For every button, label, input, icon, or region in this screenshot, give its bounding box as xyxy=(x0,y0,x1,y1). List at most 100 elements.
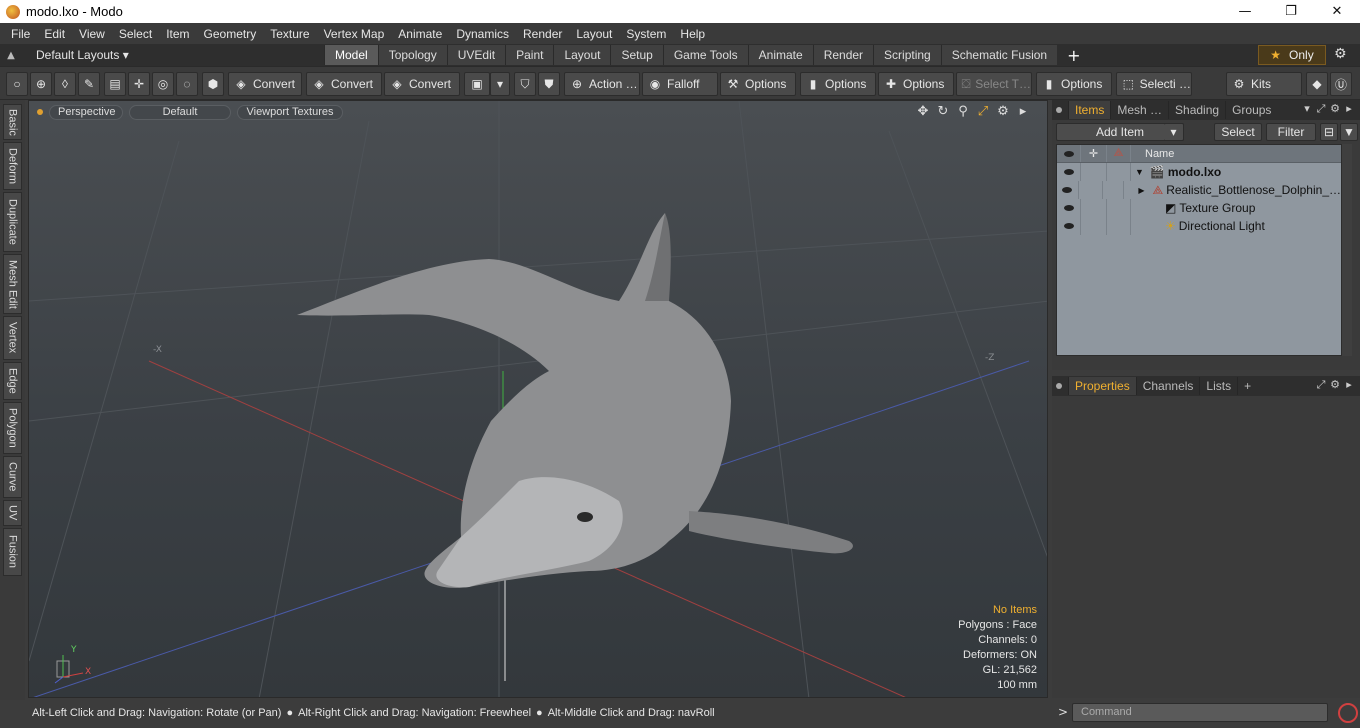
eye-icon[interactable] xyxy=(1063,169,1074,175)
only-toggle-button[interactable]: ★ Only xyxy=(1258,45,1326,65)
viewport-menu-dot-icon[interactable] xyxy=(37,109,43,115)
convert-button-3[interactable]: ◈ Convert xyxy=(384,72,460,96)
dolphin-model[interactable] xyxy=(297,213,853,588)
filter-button[interactable]: Filter xyxy=(1266,123,1316,141)
center-button[interactable]: ◎ xyxy=(152,72,174,96)
tab-properties[interactable]: Properties xyxy=(1068,377,1136,395)
panel-arrow-icon[interactable]: ▸ xyxy=(1342,102,1356,116)
menu-help[interactable]: Help xyxy=(673,27,712,41)
tab-items[interactable]: Items xyxy=(1068,101,1111,119)
select-through-button[interactable]: ⛋ Select T… xyxy=(956,72,1032,96)
default-layouts-dropdown[interactable]: Default Layouts ▾ xyxy=(36,48,324,62)
panel-gear-icon[interactable]: ⚙ xyxy=(1328,378,1342,392)
convert-button-1[interactable]: ◈ Convert xyxy=(228,72,302,96)
expand-arrow-icon[interactable]: ▶ xyxy=(1138,186,1144,195)
shading-dropdown[interactable]: Viewport Textures xyxy=(237,104,343,120)
falloff-button[interactable]: ◉ Falloff xyxy=(642,72,718,96)
menu-animate[interactable]: Animate xyxy=(391,27,449,41)
options-button-3[interactable]: ✚ Options xyxy=(878,72,954,96)
tab-edge[interactable]: Edge xyxy=(3,362,22,400)
maximize-button[interactable]: ❐ xyxy=(1268,0,1314,23)
tab-curve[interactable]: Curve xyxy=(3,456,22,498)
eye-icon[interactable] xyxy=(1063,205,1074,211)
tab-vertex[interactable]: Vertex xyxy=(3,316,22,360)
collapse-up-icon[interactable]: ▲ xyxy=(0,50,22,61)
record-macro-icon[interactable] xyxy=(1338,703,1358,723)
tab-mesh-edit[interactable]: Mesh Edit xyxy=(3,254,22,314)
tab-game-tools[interactable]: Game Tools xyxy=(662,45,748,65)
tab-shading[interactable]: Shading xyxy=(1168,101,1225,119)
3d-viewport[interactable]: Perspective Default Viewport Textures ✥ … xyxy=(28,100,1048,698)
tab-deform[interactable]: Deform xyxy=(3,142,22,190)
menu-texture[interactable]: Texture xyxy=(263,27,316,41)
panel-menu-dot-icon[interactable] xyxy=(1056,383,1062,389)
tab-channels[interactable]: Channels xyxy=(1135,377,1200,395)
tab-uvedit[interactable]: UVEdit xyxy=(446,45,506,65)
fit-icon[interactable]: ⤢ xyxy=(973,104,993,119)
tab-mesh[interactable]: Mesh … xyxy=(1110,101,1168,119)
menu-dynamics[interactable]: Dynamics xyxy=(449,27,516,41)
tab-duplicate[interactable]: Duplicate xyxy=(3,192,22,252)
eye-icon[interactable] xyxy=(1063,223,1074,229)
select-button[interactable]: Select xyxy=(1214,123,1262,141)
select-polygons-button[interactable]: ◊ xyxy=(54,72,76,96)
select-items-button[interactable]: ✎ xyxy=(78,72,100,96)
chevron-down-icon[interactable]: ▾ xyxy=(1300,102,1314,116)
menu-system[interactable]: System xyxy=(619,27,673,41)
tab-polygon[interactable]: Polygon xyxy=(3,402,22,454)
tab-fusion[interactable]: Fusion xyxy=(3,528,22,576)
eye-icon[interactable] xyxy=(1062,187,1073,193)
options-button-2[interactable]: ▮ Options xyxy=(800,72,876,96)
tab-setup[interactable]: Setup xyxy=(610,45,663,65)
unreal-button[interactable]: Ⓤ xyxy=(1330,72,1352,96)
viewport-gear-icon[interactable]: ⚙ xyxy=(993,104,1013,119)
tree-row-directional-light[interactable]: ☀ Directional Light xyxy=(1057,217,1341,235)
mesh-cube-button[interactable]: ▣ xyxy=(464,72,490,96)
command-input[interactable]: Command xyxy=(1072,703,1328,722)
tab-schematic-fusion[interactable]: Schematic Fusion xyxy=(940,45,1058,65)
panel-arrow-icon[interactable]: ▸ xyxy=(1342,378,1356,392)
select-edges-button[interactable]: ⊕ xyxy=(30,72,52,96)
options-button-4[interactable]: ▮ Options xyxy=(1036,72,1112,96)
tree-scrollbar[interactable] xyxy=(1342,144,1352,356)
select-materials-button[interactable]: ▤ xyxy=(104,72,126,96)
select-vertices-button[interactable]: ○ xyxy=(6,72,28,96)
tab-layout[interactable]: Layout xyxy=(553,45,611,65)
tree-row-dolphin[interactable]: ▶ ⟁ Realistic_Bottlenose_Dolphin_… xyxy=(1057,181,1341,199)
menu-file[interactable]: File xyxy=(4,27,37,41)
menu-item[interactable]: Item xyxy=(159,27,196,41)
menu-edit[interactable]: Edit xyxy=(37,27,72,41)
zoom-icon[interactable]: ⚲ xyxy=(953,104,973,119)
menu-vertex-map[interactable]: Vertex Map xyxy=(317,27,392,41)
expand-icon[interactable]: ⤢ xyxy=(1314,378,1328,392)
tab-groups[interactable]: Groups xyxy=(1225,101,1277,119)
lock-column-header[interactable]: ✛ xyxy=(1081,145,1107,162)
menu-view[interactable]: View xyxy=(72,27,112,41)
tree-row-scene[interactable]: ▼ 🎬 modo.lxo xyxy=(1057,163,1341,181)
menu-render[interactable]: Render xyxy=(516,27,569,41)
panel-menu-dot-icon[interactable] xyxy=(1056,107,1062,113)
add-panel-tab-plus-icon[interactable]: + xyxy=(1237,377,1257,395)
funnel-button[interactable]: ▼ xyxy=(1340,123,1358,141)
shield-tool-button[interactable]: ⬢ xyxy=(202,72,224,96)
tab-model[interactable]: Model xyxy=(324,45,378,65)
tree-row-texture-group[interactable]: ◩ Texture Group xyxy=(1057,199,1341,217)
tab-paint[interactable]: Paint xyxy=(505,45,554,65)
selection-button[interactable]: ⬚ Selecti … xyxy=(1116,72,1192,96)
name-column-header[interactable]: Name xyxy=(1131,148,1174,160)
panel-gear-icon[interactable]: ⚙ xyxy=(1328,102,1342,116)
convert-button-2[interactable]: ◈ Convert xyxy=(306,72,382,96)
unity-button[interactable]: ◆ xyxy=(1306,72,1328,96)
close-button[interactable]: ✕ xyxy=(1314,0,1360,23)
collapse-button[interactable]: ⊟ xyxy=(1320,123,1338,141)
add-item-dropdown[interactable]: ▾ xyxy=(1164,123,1184,141)
pan-icon[interactable]: ✥ xyxy=(913,104,933,119)
edge-select-button[interactable]: ◌ xyxy=(176,72,198,96)
tab-scripting[interactable]: Scripting xyxy=(873,45,941,65)
tab-animate[interactable]: Animate xyxy=(747,45,813,65)
kits-button[interactable]: ⚙ Kits xyxy=(1226,72,1302,96)
mesh-dropdown-button[interactable]: ▾ xyxy=(490,72,510,96)
menu-geometry[interactable]: Geometry xyxy=(197,27,264,41)
view-style-dropdown[interactable]: Default xyxy=(129,104,231,120)
expand-icon[interactable]: ⤢ xyxy=(1314,102,1328,116)
